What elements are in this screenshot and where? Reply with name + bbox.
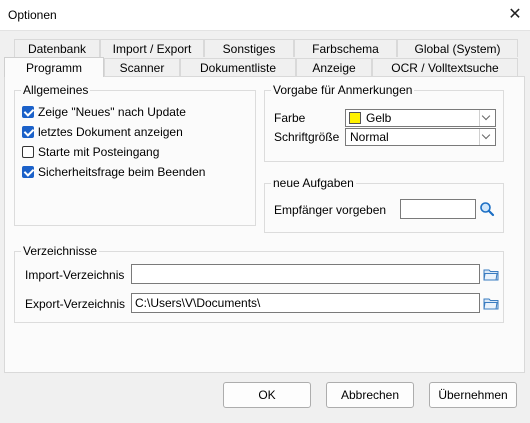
checkbox-letztes-dokument[interactable] [22, 126, 34, 138]
window-title: Optionen [8, 8, 57, 22]
tab-farbschema[interactable]: Farbschema [294, 39, 397, 57]
chevron-down-icon[interactable] [479, 110, 495, 126]
group-anmerkungen-legend: Vorgabe für Anmerkungen [271, 83, 415, 97]
farbe-select-value: Gelb [366, 111, 392, 125]
tab-datenbank[interactable]: Datenbank [14, 39, 100, 57]
tab-ocr-volltextsuche[interactable]: OCR / Volltextsuche [372, 58, 518, 76]
checkbox-zeige-neues-label: Zeige "Neues" nach Update [38, 105, 186, 119]
tab-global-system[interactable]: Global (System) [397, 39, 518, 57]
empfaenger-input[interactable] [400, 199, 476, 219]
tab-scanner[interactable]: Scanner [104, 58, 180, 76]
color-swatch [349, 112, 361, 124]
checkbox-starte-posteingang[interactable] [22, 146, 34, 158]
tab-dokumentliste[interactable]: Dokumentliste [180, 58, 296, 76]
chevron-down-icon[interactable] [479, 129, 495, 145]
cancel-button[interactable]: Abbrechen [326, 382, 414, 408]
checkbox-zeige-neues[interactable] [22, 106, 34, 118]
tab-import-export[interactable]: Import / Export [100, 39, 204, 57]
schriftgroesse-label: Schriftgröße [274, 130, 340, 144]
schriftgroesse-select-value: Normal [350, 130, 389, 144]
tab-programm[interactable]: Programm [4, 57, 104, 77]
farbe-select[interactable]: Gelb [345, 109, 496, 127]
checkbox-starte-posteingang-label: Starte mit Posteingang [38, 145, 160, 159]
tab-sonstiges[interactable]: Sonstiges [204, 39, 294, 57]
apply-button[interactable]: Übernehmen [429, 382, 517, 408]
export-verzeichnis-label: Export-Verzeichnis [25, 297, 126, 311]
folder-browse-icon[interactable] [482, 265, 500, 283]
empfaenger-label: Empfänger vorgeben [274, 203, 387, 217]
title-bar [0, 0, 530, 31]
tab-anzeige[interactable]: Anzeige [296, 58, 372, 76]
group-verzeichnisse-legend: Verzeichnisse [21, 244, 100, 258]
checkbox-sicherheitsfrage-label: Sicherheitsfrage beim Beenden [38, 165, 206, 179]
farbe-label: Farbe [274, 111, 306, 125]
search-icon[interactable] [478, 200, 496, 218]
close-icon[interactable]: ✕ [500, 0, 530, 30]
group-neue-aufgaben-legend: neue Aufgaben [271, 176, 356, 190]
checkbox-sicherheitsfrage[interactable] [22, 166, 34, 178]
checkbox-letztes-dokument-label: letztes Dokument anzeigen [38, 125, 183, 139]
ok-button[interactable]: OK [223, 382, 311, 408]
folder-browse-icon[interactable] [482, 294, 500, 312]
group-allgemeines-legend: Allgemeines [21, 83, 91, 97]
import-verzeichnis-label: Import-Verzeichnis [25, 268, 125, 282]
export-verzeichnis-input[interactable]: C:\Users\V\Documents\ [131, 293, 480, 313]
schriftgroesse-select[interactable]: Normal [345, 128, 496, 146]
import-verzeichnis-input[interactable] [131, 264, 480, 284]
